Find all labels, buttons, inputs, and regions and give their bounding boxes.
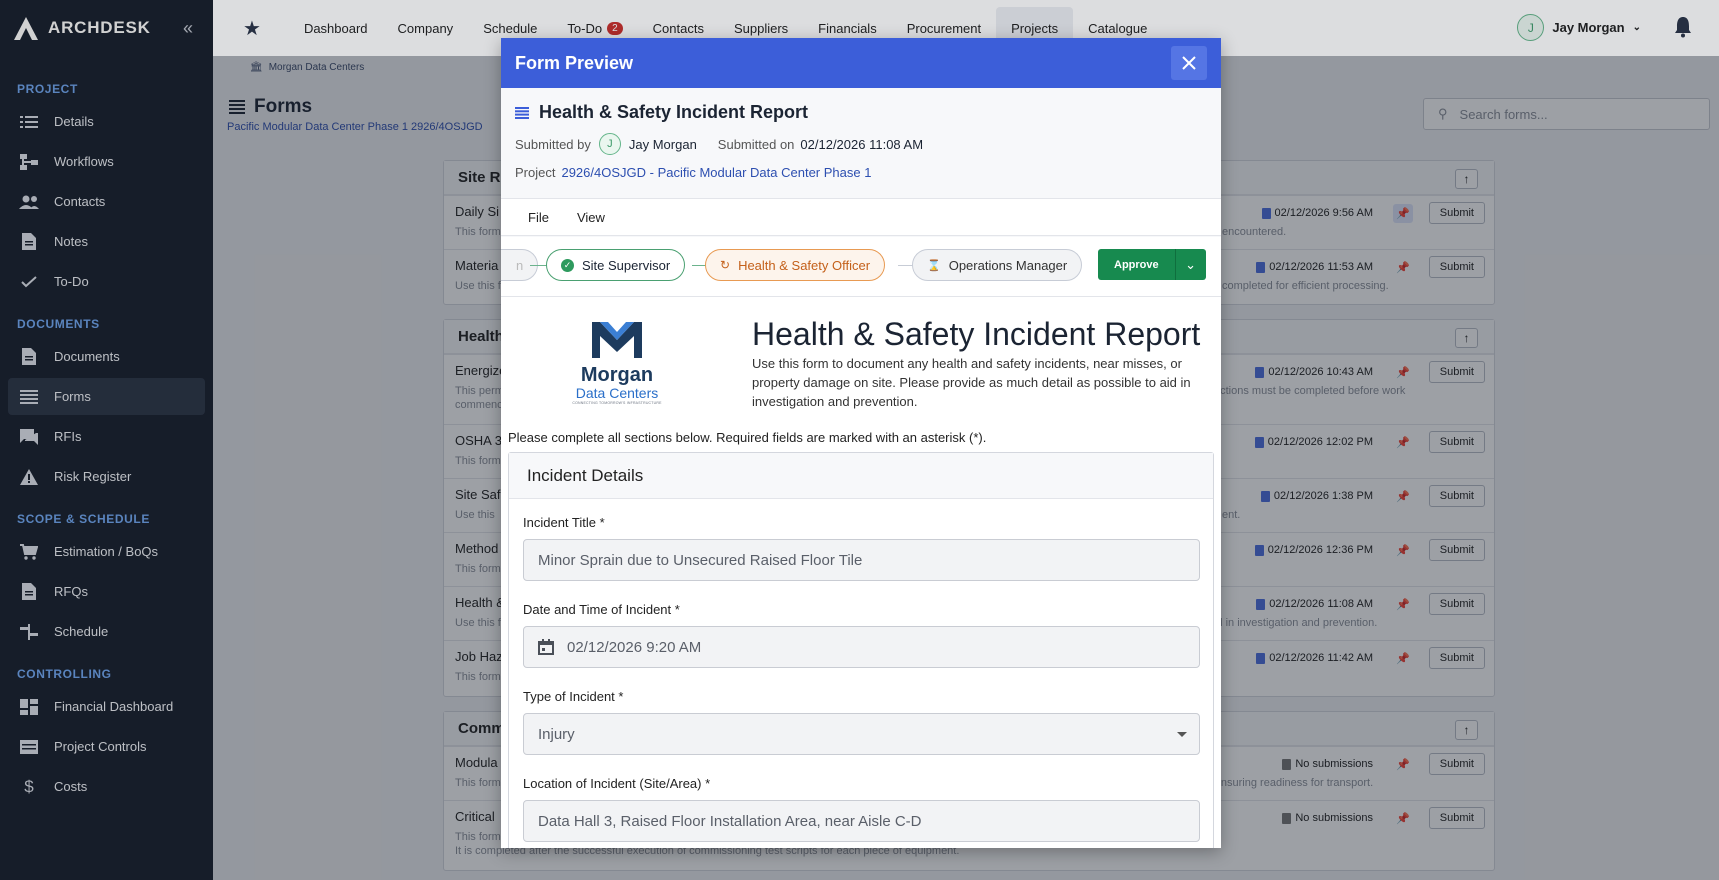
form-heading: Health & Safety Incident Report: [752, 316, 1201, 352]
incident-datetime-field: Date and Time of Incident * 02/12/2026 9…: [523, 602, 1200, 668]
submitted-on-label: Submitted on: [717, 136, 795, 152]
approve-button[interactable]: Approve: [1098, 249, 1175, 280]
connector: [898, 265, 913, 266]
field-value: Data Hall 3, Raised Floor Installation A…: [538, 812, 922, 830]
workflow-step-health-safety-officer[interactable]: ↻ Health & Safety Officer: [705, 249, 886, 281]
avatar: J: [598, 133, 621, 155]
form-body: Morgan Data Centers CONNECTING TOMORROW'…: [501, 298, 1221, 848]
field-label: Location of Incident (Site/Area) *: [523, 776, 711, 791]
workflow-stepper: n ✓ Site Supervisor ↻ Health & Safety Offi…: [501, 237, 1221, 297]
incident-location-field: Location of Incident (Site/Area) * Data …: [523, 776, 1200, 842]
field-value: Minor Sprain due to Unsecured Raised Flo…: [538, 551, 863, 569]
workflow-step-operations-manager[interactable]: ⌛ Operations Manager: [912, 249, 1083, 281]
company-logo: Morgan Data Centers CONNECTING TOMORROW'…: [572, 318, 662, 406]
field-label: Incident Title *: [523, 515, 605, 530]
incident-type-field: Type of Incident * Injury: [523, 689, 1200, 755]
menu-view[interactable]: View: [577, 210, 605, 225]
dropdown-caret-icon: [1177, 732, 1187, 737]
workflow-step-site-supervisor[interactable]: ✓ Site Supervisor: [546, 249, 686, 281]
forms-icon: [515, 106, 529, 119]
form-description: Use this form to document any health and…: [752, 356, 1191, 409]
connector: [692, 265, 706, 266]
incident-datetime-input[interactable]: 02/12/2026 9:20 AM: [523, 626, 1200, 668]
field-label: Date and Time of Incident *: [523, 602, 680, 617]
modal-backdrop-sidebar[interactable]: [0, 0, 213, 880]
incident-type-select[interactable]: Injury: [523, 713, 1200, 755]
logo-tagline: CONNECTING TOMORROW'S INFRASTRUCTURE: [572, 401, 662, 405]
incident-title-input[interactable]: Minor Sprain due to Unsecured Raised Flo…: [523, 539, 1200, 581]
morgan-logo-icon: [592, 322, 642, 358]
project-link[interactable]: 2926/4OSJGD - Pacific Modular Data Cente…: [561, 165, 871, 180]
field-value: Injury: [538, 725, 575, 743]
step-label: n: [516, 257, 524, 273]
submitted-by[interactable]: Jay Morgan: [629, 137, 697, 152]
field-label: Type of Incident *: [523, 689, 624, 704]
modal-title: Form Preview: [515, 52, 634, 73]
step-label: Operations Manager: [948, 257, 1068, 273]
approve-options-button[interactable]: ⌄: [1174, 249, 1206, 280]
approve-button-group: Approve ⌄: [1098, 249, 1206, 280]
field-value: 02/12/2026 9:20 AM: [567, 638, 702, 656]
close-icon: [1182, 56, 1196, 70]
logo-line2: Data Centers: [575, 385, 659, 401]
hourglass-icon: ⌛: [927, 259, 941, 272]
submitted-by-label: Submitted by: [515, 136, 591, 152]
menu-bar: File View: [501, 198, 1221, 236]
menu-file[interactable]: File: [528, 210, 549, 225]
form-preview-modal: Form Preview Health & Safety Incident Re…: [501, 38, 1221, 848]
step-label: Health & Safety Officer: [738, 257, 871, 273]
close-button[interactable]: [1171, 46, 1207, 80]
modal-header: Form Preview: [501, 38, 1221, 88]
project-label: Project: [515, 165, 556, 180]
chevron-down-icon: ⌄: [1185, 256, 1197, 272]
logo-line1: Morgan: [580, 364, 654, 386]
form-instructions: Please complete all sections below. Requ…: [508, 430, 987, 445]
connector: [530, 265, 547, 266]
project-row: Project 2926/4OSJGD - Pacific Modular Dat…: [515, 165, 1207, 180]
form-title-text: Health & Safety Incident Report: [539, 102, 809, 122]
in-progress-icon: ↻: [720, 258, 731, 272]
incident-location-input[interactable]: Data Hall 3, Raised Floor Installation A…: [523, 800, 1200, 842]
check-circle-icon: ✓: [561, 258, 574, 272]
calendar-icon: [538, 639, 554, 655]
section-title: Incident Details: [509, 453, 1213, 499]
submission-meta: Submitted by J Jay Morgan Submitted on 0…: [515, 133, 1207, 155]
step-label: Site Supervisor: [582, 257, 671, 273]
form-title: Health & Safety Incident Report: [515, 102, 1207, 123]
submitted-on: 02/12/2026 11:08 AM: [800, 136, 924, 152]
incident-title-field: Incident Title * Minor Sprain due to Uns…: [523, 515, 1200, 581]
incident-details-section: Incident Details Incident Title * Minor …: [508, 452, 1214, 848]
